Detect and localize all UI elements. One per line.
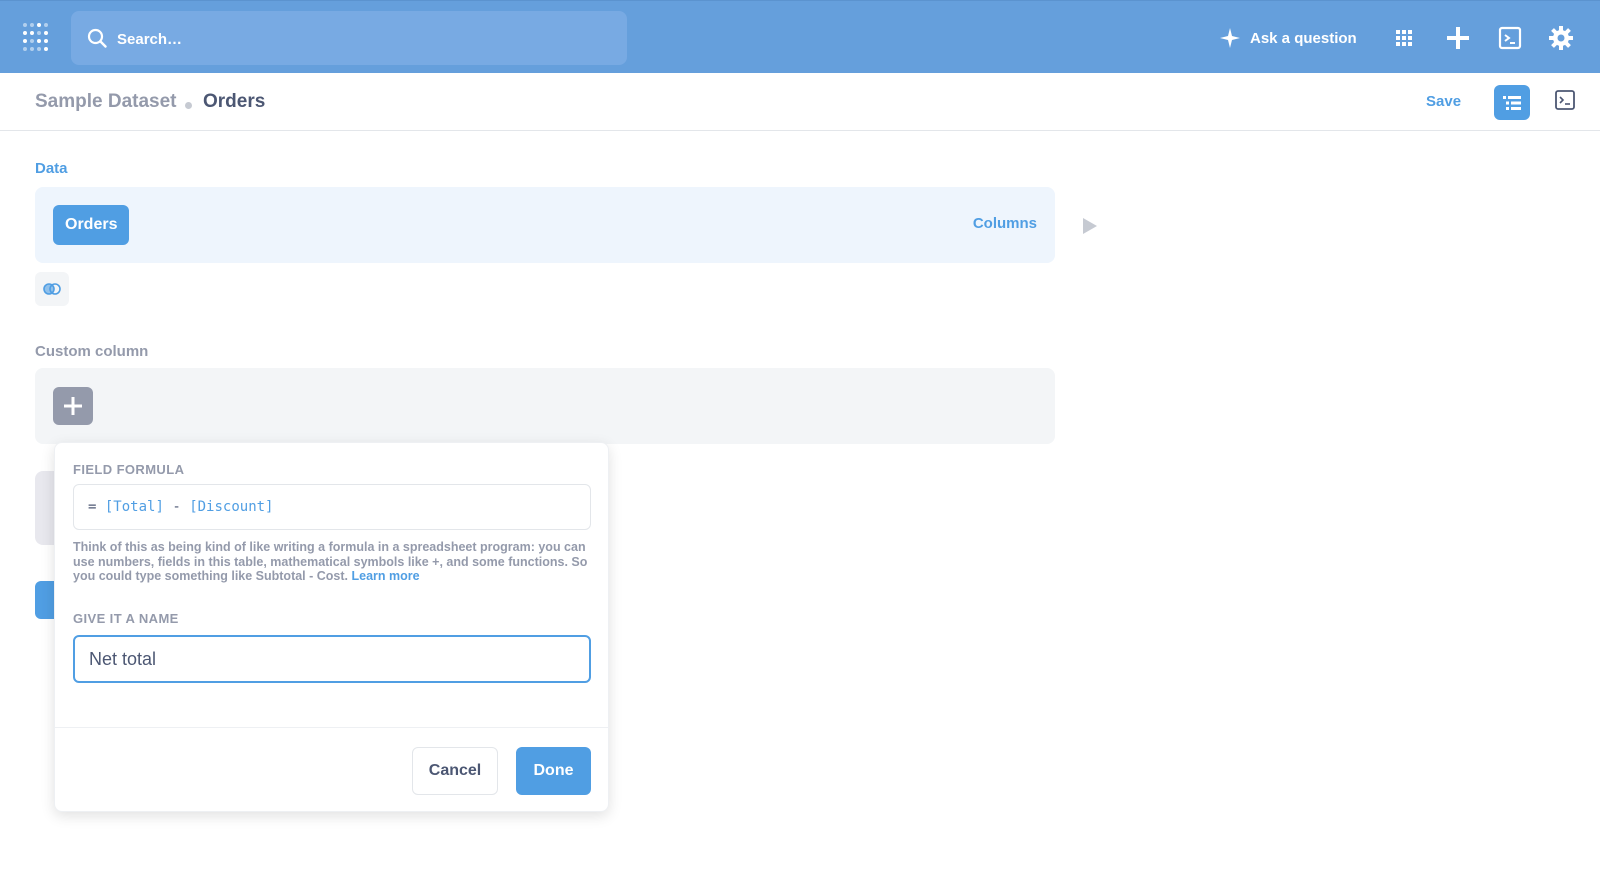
- formula-prefix: =: [88, 499, 97, 515]
- preview-play-icon[interactable]: [1082, 217, 1098, 235]
- notebook-toggle-button[interactable]: [1494, 85, 1530, 120]
- source-table-pill[interactable]: Orders: [53, 205, 130, 245]
- formula-editor[interactable]: = [Total] - [Discount]: [73, 484, 591, 530]
- custom-column-step-label: Custom column: [35, 343, 149, 360]
- learn-more-link[interactable]: Learn more: [352, 569, 420, 583]
- sparkle-icon: [1220, 28, 1240, 48]
- top-nav-bar: Ask a question: [0, 0, 1600, 73]
- formula-help-body: Think of this as being kind of like writ…: [73, 540, 588, 583]
- data-step: Orders Columns: [35, 187, 1055, 263]
- visualize-button[interactable]: [35, 581, 55, 619]
- done-button[interactable]: Done: [516, 747, 591, 795]
- apps-grid-icon[interactable]: [1391, 25, 1417, 51]
- breadcrumb-table: Orders: [203, 91, 266, 112]
- plus-icon[interactable]: [1445, 25, 1471, 51]
- join-icon: [43, 283, 61, 295]
- formula-operator: -: [172, 499, 181, 515]
- plus-icon: [64, 397, 82, 415]
- view-sql-icon[interactable]: [1554, 89, 1576, 111]
- custom-column-popover: FIELD FORMULA = [Total] - [Discount] Thi…: [54, 442, 609, 812]
- search-bar[interactable]: [71, 11, 627, 67]
- join-data-button[interactable]: [35, 272, 69, 306]
- ask-a-question-button[interactable]: Ask a question: [1220, 23, 1357, 53]
- data-step-label: Data: [35, 160, 68, 177]
- gear-icon[interactable]: [1548, 25, 1574, 51]
- cancel-button[interactable]: Cancel: [412, 747, 498, 795]
- field-formula-label: FIELD FORMULA: [73, 462, 185, 477]
- metabase-logo-icon[interactable]: [22, 21, 50, 53]
- give-it-a-name-label: GIVE IT A NAME: [73, 611, 179, 626]
- column-name-input[interactable]: [73, 635, 591, 683]
- notebook-icon: [1503, 95, 1521, 110]
- popover-divider: [55, 727, 608, 728]
- columns-picker-link[interactable]: Columns: [973, 215, 1037, 232]
- custom-column-step: [35, 368, 1055, 444]
- breadcrumb-separator-icon: [185, 102, 192, 109]
- sql-editor-icon[interactable]: [1497, 25, 1523, 51]
- add-custom-column-button[interactable]: [53, 387, 93, 425]
- formula-help-text: Think of this as being kind of like writ…: [73, 540, 593, 584]
- search-icon: [87, 28, 107, 48]
- next-step-preview: [35, 471, 55, 545]
- formula-field-discount: [Discount]: [189, 499, 274, 515]
- formula-field-total: [Total]: [104, 499, 164, 515]
- save-button[interactable]: Save: [1426, 93, 1461, 110]
- search-input[interactable]: [115, 11, 599, 67]
- question-header: Sample Dataset Orders Save: [0, 73, 1600, 131]
- breadcrumb-dataset[interactable]: Sample Dataset: [35, 91, 177, 113]
- ask-a-question-label: Ask a question: [1250, 29, 1357, 47]
